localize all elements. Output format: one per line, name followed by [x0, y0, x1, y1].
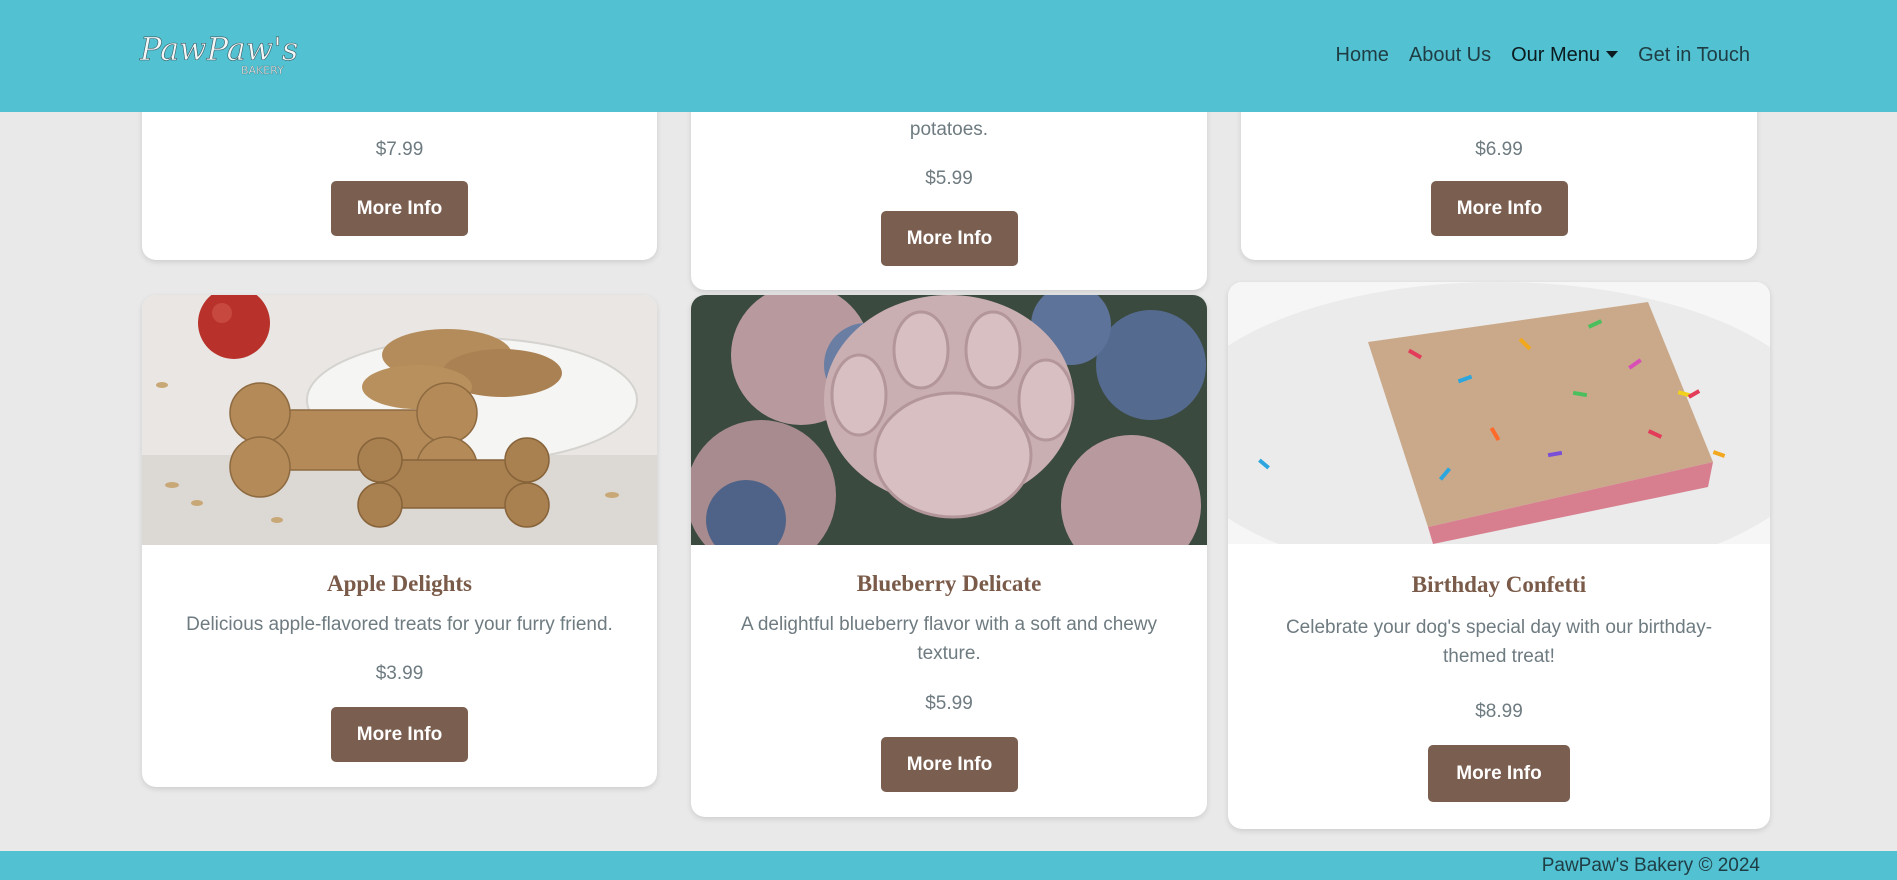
blueberry-treats-photo — [691, 295, 1207, 545]
site-header: PawPaw's BAKERY Home About Us Our Menu G… — [0, 0, 1897, 112]
product-card: Blueberry Delicate A delightful blueberr… — [691, 295, 1207, 817]
product-description: potatoes. — [909, 119, 989, 140]
copyright-text: PawPaw's Bakery © 2024 — [1541, 855, 1760, 876]
product-price: $6.99 — [1475, 139, 1523, 160]
product-card: Birthday Confetti Celebrate your dog's s… — [1228, 282, 1770, 829]
svg-text:BAKERY: BAKERY — [241, 64, 284, 77]
apple-treats-photo — [142, 295, 657, 545]
product-title: Apple Delights — [326, 571, 473, 596]
product-price: $5.99 — [925, 168, 973, 189]
product-price: $8.99 — [1475, 701, 1523, 722]
product-description: Delicious apple-flavored treats for your… — [186, 614, 613, 635]
product-price: $7.99 — [375, 139, 424, 160]
more-info-button[interactable]: More Info — [331, 707, 468, 762]
bakery-logo[interactable]: PawPaw's BAKERY — [138, 24, 320, 80]
more-info-button[interactable]: More Info — [1428, 745, 1570, 802]
chevron-down-icon — [1606, 51, 1619, 58]
product-price: $5.99 — [925, 693, 973, 714]
site-footer: PawPaw's Bakery © 2024 — [0, 851, 1897, 880]
product-title: Blueberry Delicate — [856, 571, 1042, 596]
nav-our-menu[interactable]: Our Menu — [1511, 44, 1619, 67]
main-nav: Home About Us Our Menu Get in Touch — [1336, 44, 1751, 67]
nav-home[interactable]: Home — [1336, 44, 1389, 67]
more-info-button[interactable]: More Info — [1431, 181, 1568, 236]
product-card: Apple Delights Delicious apple-flavored … — [142, 295, 657, 787]
more-info-button[interactable]: More Info — [881, 211, 1018, 266]
nav-get-in-touch[interactable]: Get in Touch — [1638, 44, 1750, 67]
product-price: $3.99 — [375, 663, 424, 684]
more-info-button[interactable]: More Info — [331, 181, 468, 236]
birthday-confetti-photo — [1228, 282, 1770, 544]
nav-about-us[interactable]: About Us — [1409, 44, 1491, 67]
product-description: Celebrate your dog's special day with ou… — [1285, 617, 1713, 667]
product-title: Birthday Confetti — [1411, 572, 1587, 597]
product-description: A delightful blueberry flavor with a sof… — [740, 614, 1158, 664]
more-info-button[interactable]: More Info — [881, 737, 1018, 792]
nav-our-menu-label: Our Menu — [1511, 44, 1601, 66]
svg-text:PawPaw's: PawPaw's — [139, 30, 298, 68]
